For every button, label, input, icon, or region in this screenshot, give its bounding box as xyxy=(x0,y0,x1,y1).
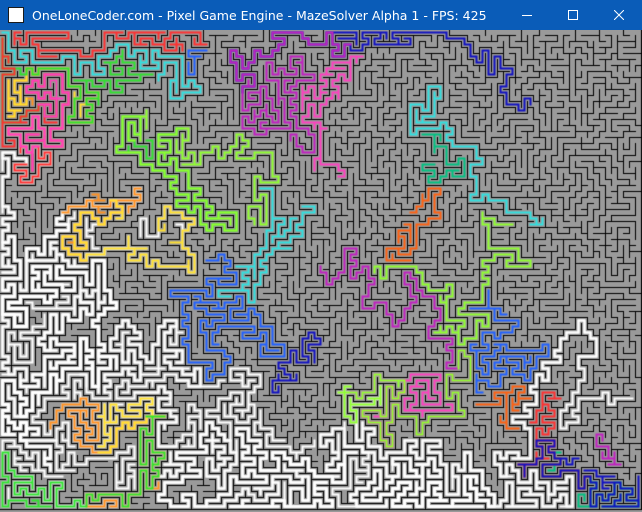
maximize-button[interactable] xyxy=(550,0,596,30)
close-icon xyxy=(614,10,624,20)
game-window: OneLoneCoder.com - Pixel Game Engine - M… xyxy=(0,0,642,512)
application-icon xyxy=(8,7,24,23)
title-bar[interactable]: OneLoneCoder.com - Pixel Game Engine - M… xyxy=(0,0,642,30)
minimize-button[interactable] xyxy=(504,0,550,30)
maze-canvas[interactable] xyxy=(0,30,642,512)
caption-buttons xyxy=(504,0,642,30)
game-viewport[interactable] xyxy=(0,30,642,512)
window-title: OneLoneCoder.com - Pixel Game Engine - M… xyxy=(32,7,487,23)
close-button[interactable] xyxy=(596,0,642,30)
minimize-icon xyxy=(522,10,532,20)
maximize-icon xyxy=(568,10,578,20)
